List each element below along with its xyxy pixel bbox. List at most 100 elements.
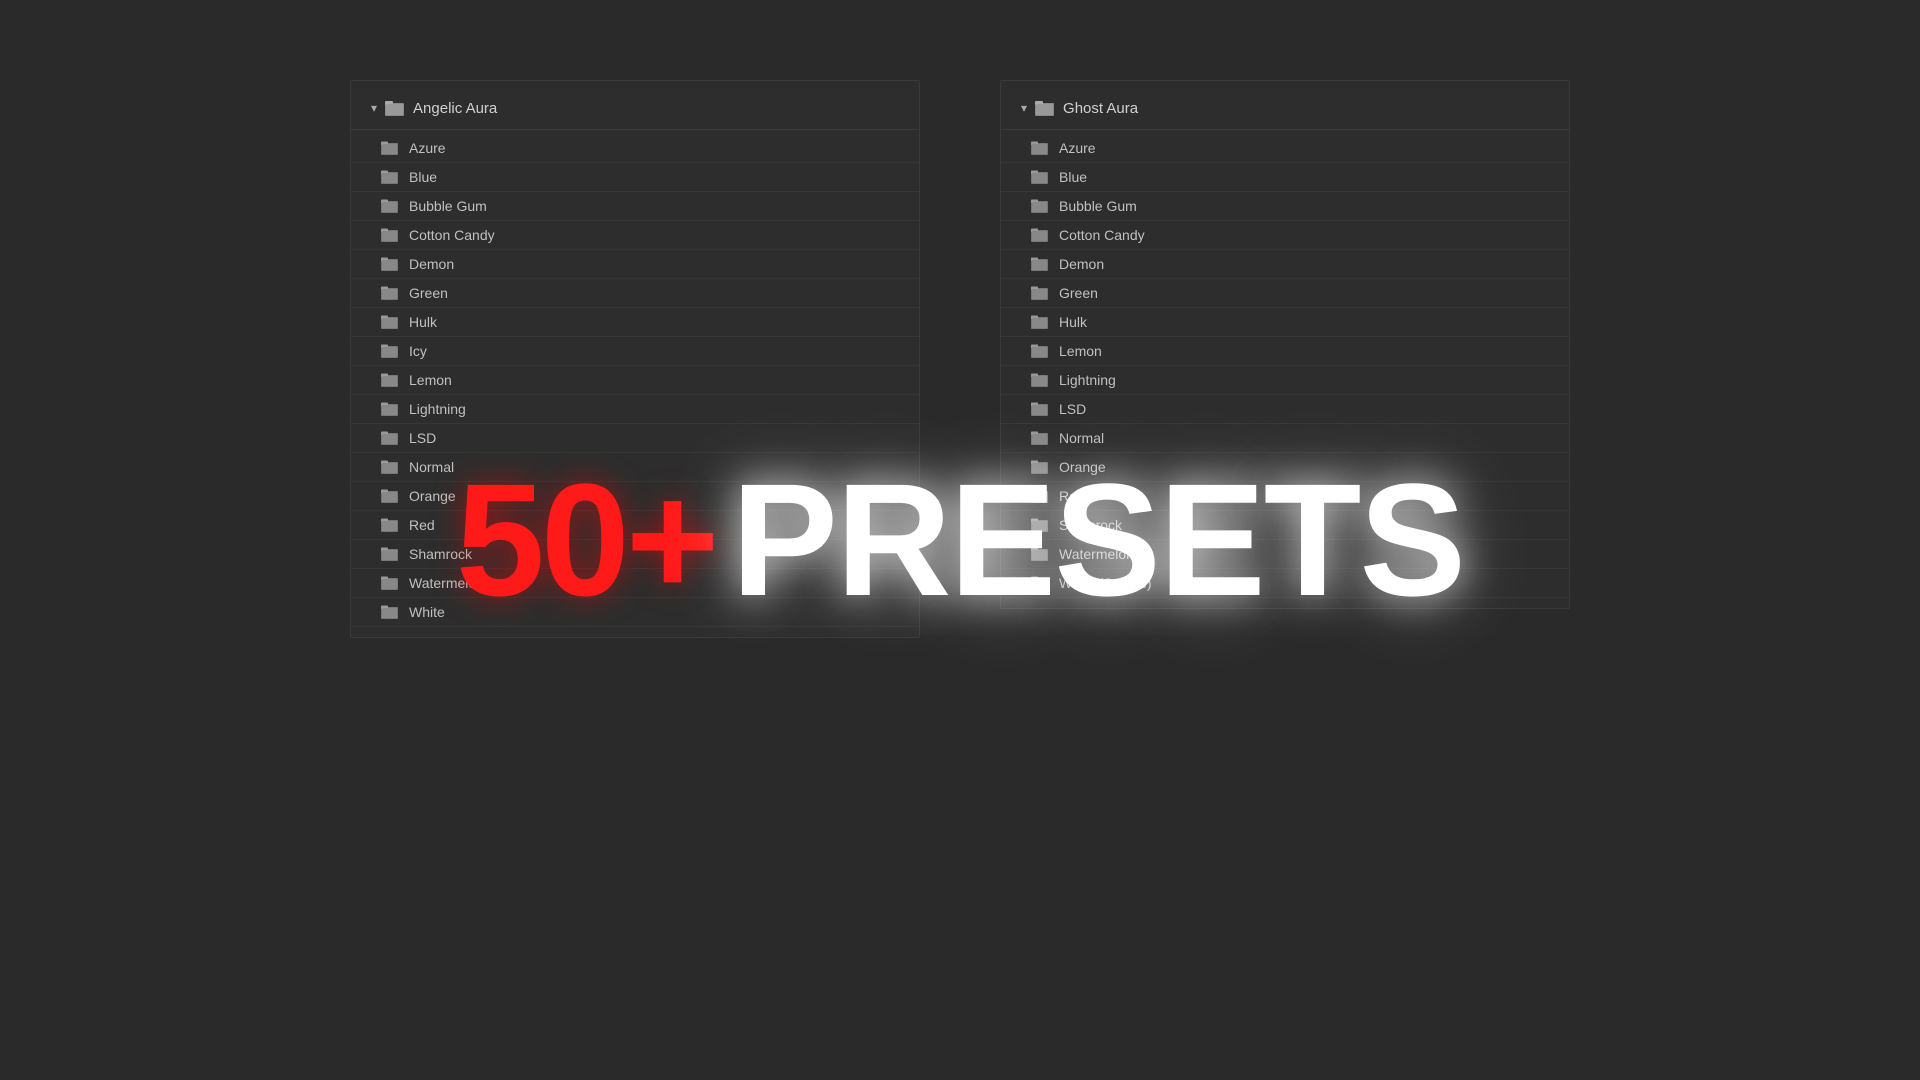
preset-folder-icon <box>1031 459 1049 475</box>
preset-folder-icon <box>1031 285 1049 301</box>
right-panel: ▾ Ghost Aura Azure Blue <box>1000 80 1570 609</box>
left-panel: ▾ Angelic Aura Azure Blue <box>350 80 920 638</box>
preset-label: Cotton Candy <box>409 227 495 243</box>
list-item[interactable]: White <box>351 598 919 627</box>
list-item[interactable]: Lightning <box>1001 366 1569 395</box>
preset-label: Demon <box>409 256 454 272</box>
list-item[interactable]: Lightning <box>351 395 919 424</box>
list-item[interactable]: Hulk <box>1001 308 1569 337</box>
preset-label: White <box>409 604 445 620</box>
list-item[interactable]: Bubble Gum <box>1001 192 1569 221</box>
preset-label: Green <box>409 285 448 301</box>
preset-label: Normal <box>1059 430 1104 446</box>
folder-icon-left <box>385 99 405 117</box>
preset-folder-icon <box>381 575 399 591</box>
list-item[interactable]: LSD <box>1001 395 1569 424</box>
list-item[interactable]: Red <box>1001 482 1569 511</box>
list-item[interactable]: Icy <box>351 337 919 366</box>
preset-label: Demon <box>1059 256 1104 272</box>
chevron-down-icon-right: ▾ <box>1021 101 1027 115</box>
preset-folder-icon <box>1031 227 1049 243</box>
list-item[interactable]: Shamrock <box>1001 511 1569 540</box>
preset-folder-icon <box>381 285 399 301</box>
right-panel-header[interactable]: ▾ Ghost Aura <box>1001 91 1569 130</box>
preset-folder-icon <box>381 169 399 185</box>
right-panel-items: Azure Blue Bubble Gum Cotton Candy <box>1001 134 1569 598</box>
preset-label: Orange <box>409 488 456 504</box>
preset-label: Hulk <box>409 314 437 330</box>
preset-folder-icon <box>381 372 399 388</box>
preset-folder-icon <box>1031 517 1049 533</box>
preset-folder-icon <box>1031 546 1049 562</box>
list-item[interactable]: Blue <box>351 163 919 192</box>
preset-label: Shamrock <box>1059 517 1122 533</box>
preset-folder-icon <box>381 488 399 504</box>
list-item[interactable]: Orange <box>351 482 919 511</box>
list-item[interactable]: Orange <box>1001 453 1569 482</box>
preset-label: Watermelon <box>409 575 484 591</box>
preset-label: Watermelon <box>1059 546 1134 562</box>
right-panel-title: Ghost Aura <box>1063 100 1138 117</box>
list-item[interactable]: Green <box>351 279 919 308</box>
preset-label: Cotton Candy <box>1059 227 1145 243</box>
list-item[interactable]: Hulk <box>351 308 919 337</box>
list-item[interactable]: Cotton Candy <box>1001 221 1569 250</box>
list-item[interactable]: Red <box>351 511 919 540</box>
preset-label: Azure <box>1059 140 1096 156</box>
preset-label: Green <box>1059 285 1098 301</box>
preset-folder-icon <box>381 198 399 214</box>
left-panel-items: Azure Blue Bubble Gum Cotton Candy <box>351 134 919 627</box>
list-item[interactable]: Green <box>1001 279 1569 308</box>
preset-folder-icon <box>381 430 399 446</box>
list-item[interactable]: Normal <box>351 453 919 482</box>
preset-folder-icon <box>1031 372 1049 388</box>
preset-label: Lemon <box>1059 343 1102 359</box>
list-item[interactable]: White (Smoke) <box>1001 569 1569 598</box>
preset-folder-icon <box>1031 488 1049 504</box>
preset-folder-icon <box>381 459 399 475</box>
preset-label: Icy <box>409 343 427 359</box>
list-item[interactable]: Azure <box>1001 134 1569 163</box>
left-panel-header[interactable]: ▾ Angelic Aura <box>351 91 919 130</box>
preset-label: White (Smoke) <box>1059 575 1152 591</box>
preset-label: Blue <box>409 169 437 185</box>
list-item[interactable]: Watermelon <box>351 569 919 598</box>
list-item[interactable]: LSD <box>351 424 919 453</box>
preset-label: Lightning <box>1059 372 1116 388</box>
list-item[interactable]: Demon <box>1001 250 1569 279</box>
preset-folder-icon <box>381 314 399 330</box>
list-item[interactable]: Shamrock <box>351 540 919 569</box>
preset-folder-icon <box>381 256 399 272</box>
preset-label: Blue <box>1059 169 1087 185</box>
preset-folder-icon <box>381 517 399 533</box>
preset-folder-icon <box>381 546 399 562</box>
list-item[interactable]: Demon <box>351 250 919 279</box>
list-item[interactable]: Lemon <box>351 366 919 395</box>
preset-folder-icon <box>1031 256 1049 272</box>
preset-label: Red <box>409 517 435 533</box>
preset-folder-icon <box>1031 314 1049 330</box>
preset-folder-icon <box>1031 575 1049 591</box>
preset-label: Bubble Gum <box>409 198 487 214</box>
preset-label: Azure <box>409 140 446 156</box>
list-item[interactable]: Bubble Gum <box>351 192 919 221</box>
preset-label: Bubble Gum <box>1059 198 1137 214</box>
list-item[interactable]: Cotton Candy <box>351 221 919 250</box>
list-item[interactable]: Blue <box>1001 163 1569 192</box>
preset-folder-icon <box>1031 140 1049 156</box>
list-item[interactable]: Azure <box>351 134 919 163</box>
preset-label: Normal <box>409 459 454 475</box>
preset-folder-icon <box>381 140 399 156</box>
preset-folder-icon <box>381 227 399 243</box>
preset-folder-icon <box>381 401 399 417</box>
list-item[interactable]: Lemon <box>1001 337 1569 366</box>
preset-folder-icon <box>1031 430 1049 446</box>
list-item[interactable]: Watermelon <box>1001 540 1569 569</box>
preset-label: LSD <box>1059 401 1086 417</box>
left-panel-title: Angelic Aura <box>413 100 497 117</box>
preset-folder-icon <box>381 343 399 359</box>
preset-folder-icon <box>1031 401 1049 417</box>
preset-label: Orange <box>1059 459 1106 475</box>
preset-folder-icon <box>381 604 399 620</box>
list-item[interactable]: Normal <box>1001 424 1569 453</box>
